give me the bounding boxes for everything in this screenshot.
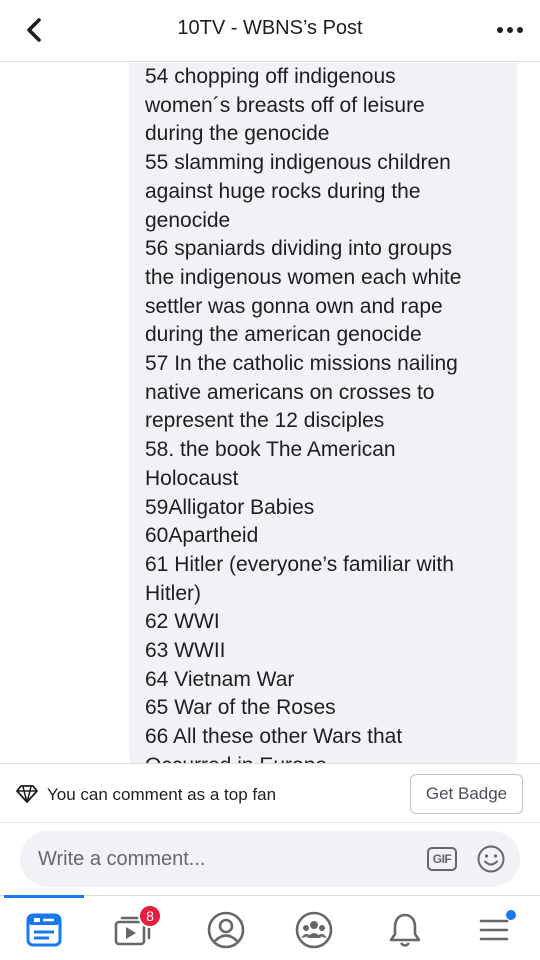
comment-input[interactable]	[38, 831, 398, 887]
watch-notification-badge: 8	[138, 904, 162, 928]
comment-line: Occurred in Europe	[145, 752, 503, 763]
profile-icon	[207, 911, 245, 949]
comment-line: 63 WWII	[145, 639, 226, 663]
bottom-navigation: 8	[0, 895, 540, 960]
groups-icon	[295, 911, 333, 949]
active-tab-indicator	[4, 895, 84, 898]
tab-news-feed[interactable]	[22, 908, 66, 952]
comment-line: 54 chopping off indigenous	[145, 65, 396, 88]
page-title: 10TV - WBNS’s Post	[177, 17, 363, 39]
comment-line: women´s breasts off of leisure	[145, 93, 425, 117]
get-badge-button[interactable]: Get Badge	[410, 774, 523, 814]
comment-line: 66 All these other Wars that	[145, 725, 403, 749]
post-header: 10TV - WBNS’s Post	[0, 0, 540, 62]
comment-line: 60Apartheid	[145, 524, 259, 548]
comment-line: 55 slamming indigenous children	[145, 151, 451, 175]
comment-line: 57 In the catholic missions nailing	[145, 352, 458, 376]
smiley-icon[interactable]	[476, 844, 506, 874]
top-fan-message: You can comment as a top fan	[47, 785, 277, 804]
comment-line: 61 Hitler (everyone’s familiar with	[145, 552, 454, 576]
news-feed-icon	[26, 913, 62, 947]
menu-notification-dot	[506, 910, 516, 920]
comment-line: during the genocide	[145, 122, 330, 146]
comment-line: 65 War of the Roses	[145, 696, 336, 720]
comment-line: 62 WWI	[145, 610, 220, 634]
top-fan-bar: You can comment as a top fan Get Badge	[0, 763, 540, 823]
tab-groups[interactable]	[292, 908, 336, 952]
comment-line: 56 spaniards dividing into groups	[145, 237, 453, 261]
comment-line: 64 Vietnam War	[145, 667, 295, 691]
tab-profile[interactable]	[204, 908, 248, 952]
comment-line: 59Alligator Babies	[145, 495, 315, 519]
comment-line: represent the 12 disciples	[145, 409, 385, 433]
notifications-icon	[389, 913, 421, 947]
diamond-icon	[16, 785, 38, 803]
comment-line: the indigenous women each white	[145, 265, 462, 289]
comment-line: Hitler)	[145, 581, 201, 605]
comment-line: native americans on crosses to	[145, 380, 435, 404]
comment-composer: GIF	[0, 823, 540, 895]
more-options-button[interactable]	[492, 14, 528, 46]
more-dots-icon	[497, 27, 523, 33]
comment-box[interactable]: GIF	[20, 831, 520, 887]
comment-line: settler was gonna own and rape	[145, 294, 443, 318]
comment-line: genocide	[145, 208, 231, 232]
comment-line: against huge rocks during the	[145, 179, 421, 203]
gif-icon[interactable]: GIF	[427, 847, 457, 871]
comment-text: 54 chopping off indigenous women´s breast…	[145, 63, 503, 763]
comment-line: 58. the book The American	[145, 438, 396, 462]
menu-icon	[479, 919, 509, 941]
tab-notifications[interactable]	[383, 908, 427, 952]
comment-line: during the american genocide	[145, 323, 422, 347]
comment-bubble[interactable]: 54 chopping off indigenous women´s breast…	[129, 63, 517, 763]
comment-thread[interactable]: 54 chopping off indigenous women´s breast…	[0, 63, 540, 763]
comment-line: Holocaust	[145, 466, 239, 490]
